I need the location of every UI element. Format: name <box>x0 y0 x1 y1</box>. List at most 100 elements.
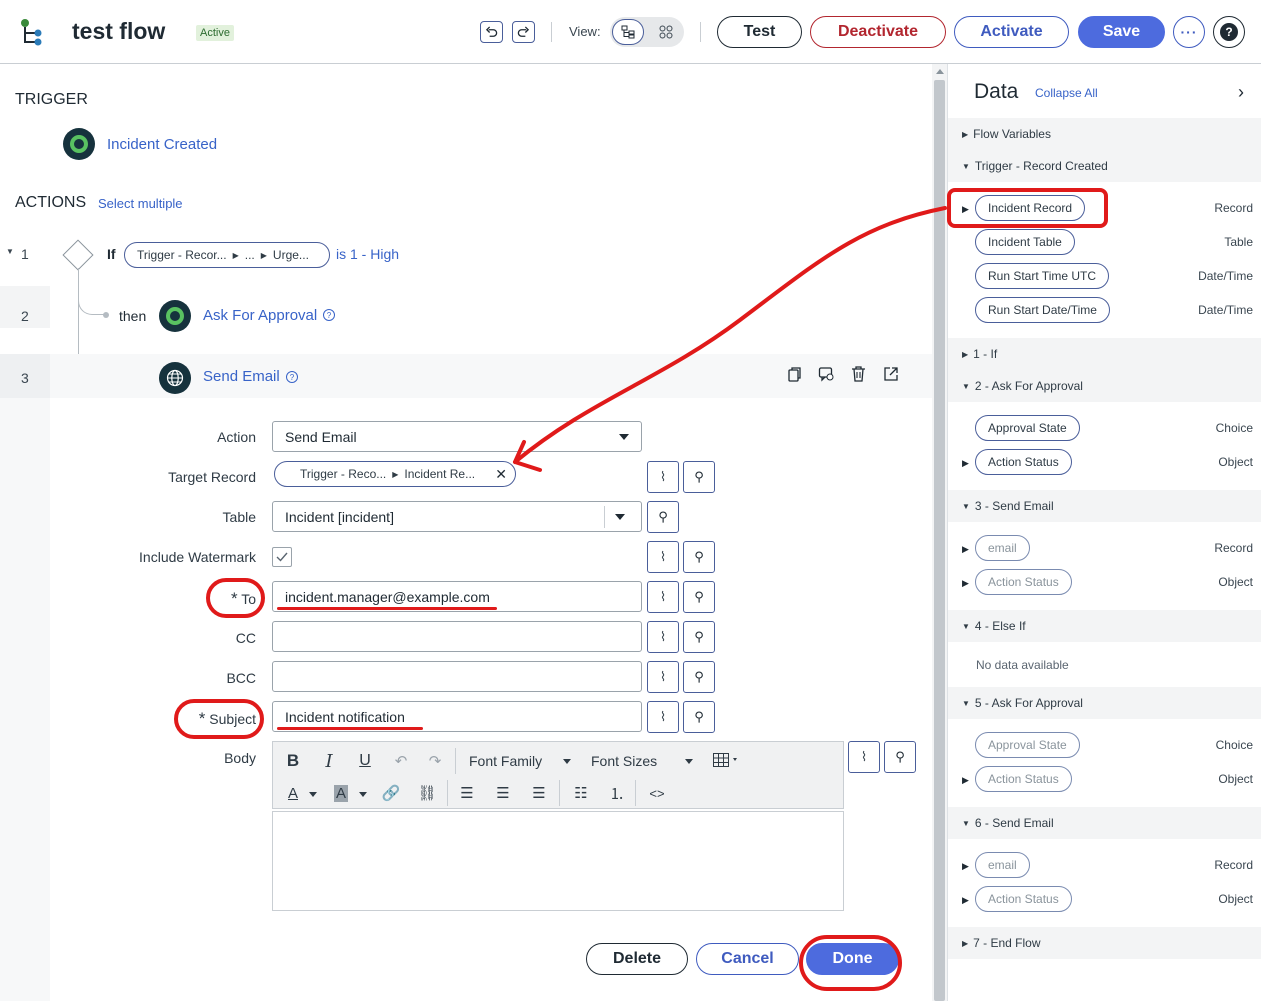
data-picker-button[interactable]: ⚲ <box>683 541 715 573</box>
section-flow-variables[interactable]: ▶ Flow Variables <box>948 118 1261 150</box>
text-color-icon[interactable]: A <box>281 782 305 804</box>
info-icon[interactable]: ? <box>323 309 335 321</box>
comment-icon[interactable] <box>818 366 834 385</box>
data-pill-approval-state[interactable]: Approval State <box>975 732 1080 758</box>
font-sizes-select[interactable]: Font Sizes <box>591 753 657 769</box>
unlink-icon[interactable]: ⛓ <box>415 782 439 804</box>
open-external-icon[interactable] <box>883 366 899 385</box>
data-pill-action-status[interactable]: Action Status <box>975 569 1072 595</box>
inline-script-button[interactable]: ⌇ <box>848 741 880 773</box>
source-code-icon[interactable]: <> <box>645 782 669 804</box>
bold-button[interactable]: B <box>281 750 305 772</box>
collapse-all-link[interactable]: Collapse All <box>1035 86 1098 100</box>
expand-caret-icon[interactable]: ▶ <box>962 895 969 906</box>
data-pill-email[interactable]: email <box>975 535 1030 561</box>
table-select[interactable]: Incident [incident] <box>272 501 642 532</box>
scroll-up-icon[interactable] <box>936 69 944 74</box>
expand-caret-icon[interactable]: ▶ <box>962 544 969 555</box>
watermark-checkbox[interactable] <box>272 547 292 567</box>
data-pill-run-start-datetime[interactable]: Run Start Date/Time <box>975 297 1110 323</box>
data-picker-button[interactable]: ⚲ <box>683 581 715 613</box>
undo-icon[interactable]: ↶ <box>389 750 413 772</box>
inline-script-button[interactable]: ⌇ <box>647 621 679 653</box>
redo-icon[interactable]: ↷ <box>423 750 447 772</box>
remove-pill-icon[interactable]: ✕ <box>495 466 507 483</box>
data-picker-button[interactable]: ⚲ <box>683 701 715 733</box>
action-select[interactable]: Send Email <box>272 421 642 452</box>
data-picker-button[interactable]: ⚲ <box>683 621 715 653</box>
data-picker-button[interactable]: ⚲ <box>683 461 715 493</box>
collapse-caret-icon[interactable]: ▼ <box>6 247 14 256</box>
section-2-approval[interactable]: ▼ 2 - Ask For Approval <box>948 370 1261 402</box>
data-pill-action-status[interactable]: Action Status <box>975 886 1072 912</box>
chevron-right-icon[interactable]: › <box>1238 82 1244 103</box>
expand-caret-icon[interactable]: ▶ <box>962 458 969 469</box>
save-button[interactable]: Save <box>1078 16 1165 48</box>
cancel-button[interactable]: Cancel <box>696 943 799 975</box>
scrollbar-thumb[interactable] <box>934 80 945 1001</box>
checkmark-icon <box>276 552 288 562</box>
more-options-button[interactable]: ··· <box>1173 16 1205 48</box>
section-4-else-if[interactable]: ▼ 4 - Else If <box>948 610 1261 642</box>
data-pill-approval-state[interactable]: Approval State <box>975 415 1080 441</box>
data-picker-button[interactable]: ⚲ <box>647 501 679 533</box>
activate-button[interactable]: Activate <box>954 16 1069 48</box>
expand-caret-icon[interactable]: ▶ <box>962 578 969 589</box>
step-name[interactable]: Ask For Approval <box>203 307 317 324</box>
redo-button[interactable] <box>512 21 535 43</box>
main-scrollbar[interactable] <box>932 64 947 1001</box>
data-pill-action-status[interactable]: Action Status <box>975 766 1072 792</box>
section-trigger[interactable]: ▼ Trigger - Record Created <box>948 150 1261 182</box>
info-icon[interactable]: ? <box>286 371 298 383</box>
numbered-list-icon[interactable]: ⒈ <box>605 782 629 804</box>
italic-button[interactable]: I <box>317 750 341 772</box>
script-toggle-icon: ⌇ <box>659 629 667 644</box>
data-picker-button[interactable]: ⚲ <box>683 661 715 693</box>
delete-icon[interactable] <box>851 366 866 385</box>
data-pill-run-start-utc[interactable]: Run Start Time UTC <box>975 263 1110 289</box>
copy-icon[interactable] <box>786 366 802 385</box>
table-insert-icon[interactable] <box>713 753 741 770</box>
deactivate-button[interactable]: Deactivate <box>810 16 946 48</box>
section-5-approval[interactable]: ▼ 5 - Ask For Approval <box>948 687 1261 719</box>
view-tree-button[interactable] <box>612 19 644 45</box>
condition-value[interactable]: is 1 - High <box>336 246 399 262</box>
align-left-icon[interactable]: ☰ <box>455 782 479 804</box>
trigger-name[interactable]: Incident Created <box>107 136 217 153</box>
bullet-list-icon[interactable]: ☷ <box>569 782 593 804</box>
help-button[interactable]: ? <box>1213 16 1245 48</box>
inline-script-button[interactable]: ⌇ <box>647 661 679 693</box>
font-family-select[interactable]: Font Family <box>469 753 542 769</box>
expand-caret-icon[interactable]: ▶ <box>962 775 969 786</box>
expand-caret-icon[interactable]: ▶ <box>962 861 969 872</box>
target-record-pill[interactable]: Trigger - Reco... ▶ Incident Re... ✕ <box>274 461 516 487</box>
inline-script-button[interactable]: ⌇ <box>647 701 679 733</box>
undo-button[interactable] <box>480 21 503 43</box>
view-diagram-button[interactable] <box>650 19 682 45</box>
data-picker-button[interactable]: ⚲ <box>884 741 916 773</box>
data-pill-incident-table[interactable]: Incident Table <box>975 229 1075 255</box>
inline-script-button[interactable]: ⌇ <box>647 461 679 493</box>
align-center-icon[interactable]: ☰ <box>491 782 515 804</box>
cc-field[interactable] <box>272 621 642 652</box>
bcc-field[interactable] <box>272 661 642 692</box>
data-pill-action-status[interactable]: Action Status <box>975 449 1072 475</box>
data-pill-email[interactable]: email <box>975 852 1030 878</box>
background-color-icon[interactable]: A <box>329 782 353 804</box>
select-multiple-link[interactable]: Select multiple <box>98 196 183 211</box>
test-button[interactable]: Test <box>717 16 802 48</box>
inline-script-button[interactable]: ⌇ <box>647 541 679 573</box>
body-editor-area[interactable] <box>272 811 844 911</box>
link-icon[interactable]: 🔗 <box>379 782 403 804</box>
section-1-if[interactable]: ▶ 1 - If <box>948 338 1261 370</box>
step-name[interactable]: Send Email <box>203 368 280 385</box>
section-7-end-flow[interactable]: ▶ 7 - End Flow <box>948 927 1261 959</box>
view-toggle[interactable] <box>610 17 684 47</box>
section-3-send-email[interactable]: ▼ 3 - Send Email <box>948 490 1261 522</box>
align-right-icon[interactable]: ☰ <box>527 782 551 804</box>
section-6-send-email[interactable]: ▼ 6 - Send Email <box>948 807 1261 839</box>
condition-data-pill[interactable]: Trigger - Recor... ▶ ... ▶ Urge... <box>124 242 330 268</box>
delete-button[interactable]: Delete <box>586 943 688 975</box>
inline-script-button[interactable]: ⌇ <box>647 581 679 613</box>
underline-button[interactable]: U <box>353 750 377 772</box>
